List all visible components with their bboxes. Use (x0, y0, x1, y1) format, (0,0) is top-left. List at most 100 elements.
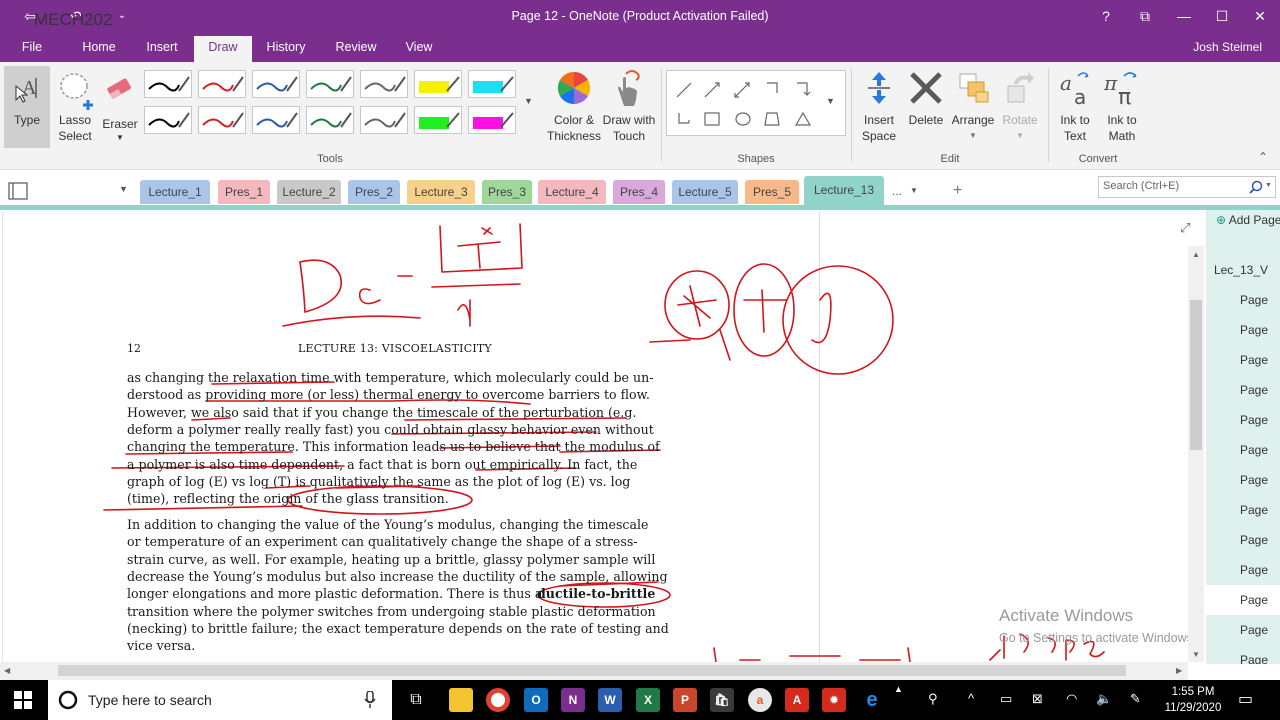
pen-swatch[interactable] (360, 70, 408, 98)
page-item[interactable]: Page (1206, 615, 1280, 645)
page-item[interactable]: Page (1206, 435, 1280, 465)
add-page-button[interactable]: ⊕ Add Page (1206, 210, 1280, 230)
scroll-left-icon[interactable]: ◀ (4, 666, 10, 675)
scroll-down-icon[interactable]: ▼ (1192, 650, 1200, 659)
pen-swatch[interactable] (468, 70, 516, 98)
action-center-icon[interactable]: ▭ (1238, 689, 1253, 709)
section-tab[interactable]: Lecture_3 (407, 180, 475, 204)
more-sections-button[interactable]: ... (892, 184, 902, 198)
pen-swatch[interactable] (414, 70, 462, 98)
page-item[interactable]: Page (1206, 525, 1280, 555)
pen-gallery-more-icon[interactable]: ▼ (524, 96, 533, 106)
taskbar-search-box[interactable]: Type here to search (48, 680, 392, 720)
scroll-right-icon[interactable]: ▶ (1176, 666, 1182, 675)
search-input[interactable]: Search (Ctrl+E) ▼ (1098, 176, 1276, 198)
page-item[interactable]: Page (1206, 645, 1280, 664)
page-item[interactable]: Page (1206, 495, 1280, 525)
task-view-icon[interactable]: ⧉ (404, 688, 428, 712)
pen-swatch[interactable] (198, 106, 246, 134)
ink-to-math-button[interactable]: π π Ink to Math (1098, 66, 1146, 148)
section-tab[interactable]: Lecture_5 (672, 180, 738, 204)
scroll-up-icon[interactable]: ▲ (1192, 250, 1200, 259)
page-item[interactable]: Page (1206, 345, 1280, 375)
page-item[interactable]: Page (1206, 465, 1280, 495)
eraser-button[interactable]: Eraser ▼ (98, 66, 142, 148)
page-item[interactable]: Page (1206, 375, 1280, 405)
more-sections-dropdown-icon[interactable]: ▼ (910, 186, 918, 195)
horizontal-scroll-thumb[interactable] (58, 665, 1126, 676)
type-button[interactable]: A Type (4, 66, 50, 148)
arrange-dropdown-icon[interactable]: ▼ (950, 128, 996, 144)
file-explorer-icon[interactable] (449, 688, 473, 712)
minimize-button[interactable]: — (1170, 4, 1198, 28)
page-item-title[interactable]: Lec_13_V (1206, 255, 1280, 285)
section-tab[interactable]: Pres_1 (218, 180, 270, 204)
excel-icon[interactable]: X (636, 688, 660, 712)
section-tab[interactable]: Lecture_2 (277, 180, 341, 204)
pen-swatch[interactable] (144, 106, 192, 134)
pen-swatch[interactable] (252, 70, 300, 98)
app-a-icon[interactable]: a (748, 688, 772, 712)
pen-swatch[interactable] (306, 70, 354, 98)
store-icon[interactable]: 🛍 (710, 688, 734, 712)
help-icon[interactable]: ? (1092, 4, 1120, 28)
word-icon[interactable]: W (598, 688, 622, 712)
pen-swatch[interactable] (468, 106, 516, 134)
section-tab[interactable]: Lecture_13 (804, 176, 884, 206)
search-scope-dropdown-icon[interactable]: ▼ (1265, 182, 1272, 189)
notebook-dropdown-icon[interactable]: ▼ (119, 184, 128, 194)
expand-icon[interactable]: ⤢ (1180, 220, 1190, 236)
notebook-name[interactable]: MECH202 (34, 10, 112, 30)
lasso-select-button[interactable]: Lasso Select (52, 66, 98, 148)
ribbon-display-icon[interactable]: ⧉ (1131, 4, 1159, 28)
battery-icon[interactable]: ▭ (1000, 691, 1012, 707)
eraser-dropdown-icon[interactable]: ▼ (98, 130, 142, 146)
page-item[interactable]: Page (1206, 555, 1280, 585)
arrange-button[interactable]: Arrange ▼ (950, 66, 996, 148)
people-icon[interactable]: ⚲ (928, 691, 938, 707)
collapse-ribbon-icon[interactable]: ⌃ (1258, 150, 1268, 164)
page-item[interactable]: Page (1206, 585, 1280, 615)
volume-icon[interactable]: 🔈 (1096, 691, 1112, 707)
tab-draw[interactable]: Draw (194, 36, 252, 62)
insert-space-button[interactable]: Insert Space (856, 66, 902, 148)
rotate-dropdown-icon[interactable]: ▼ (996, 128, 1044, 144)
ink-to-text-button[interactable]: a a Ink to Text (1052, 66, 1098, 148)
close-button[interactable]: ✕ (1246, 4, 1274, 28)
edge-icon[interactable]: e (860, 688, 884, 712)
tab-history[interactable]: History (260, 36, 312, 62)
page-item[interactable]: Page (1206, 285, 1280, 315)
onenote-icon[interactable]: N (561, 688, 585, 712)
outlook-icon[interactable]: O (524, 688, 548, 712)
draw-with-touch-button[interactable]: Draw with Touch (600, 66, 658, 148)
add-section-button[interactable]: + (953, 182, 962, 200)
shapes-more-icon[interactable]: ▼ (826, 96, 835, 106)
microphone-icon[interactable] (364, 691, 376, 709)
pen-workspace-icon[interactable]: ✎ (1130, 691, 1141, 707)
rotate-button[interactable]: Rotate ▼ (996, 66, 1044, 148)
settings-app-icon[interactable]: ✹ (822, 688, 846, 712)
notebook-icon[interactable] (8, 182, 30, 200)
chrome-icon[interactable] (486, 688, 510, 712)
page-item[interactable]: Page (1206, 315, 1280, 345)
section-tab[interactable]: Lecture_1 (140, 180, 210, 204)
security-icon[interactable]: ⊠ (1032, 691, 1043, 707)
windows-start-icon[interactable] (14, 691, 32, 709)
taskbar-clock[interactable]: 1:55 PM 11/29/2020 (1160, 684, 1226, 716)
search-icon[interactable] (1249, 180, 1263, 194)
pen-swatch[interactable] (306, 106, 354, 134)
vertical-scroll-thumb[interactable] (1190, 300, 1202, 450)
show-hidden-icons[interactable]: ^ (968, 691, 974, 706)
tray-scroll-icon[interactable]: ▲ (894, 684, 903, 694)
pen-swatch[interactable] (252, 106, 300, 134)
delete-button[interactable]: Delete (902, 66, 950, 148)
powerpoint-icon[interactable]: P (673, 688, 697, 712)
acrobat-icon[interactable]: A (785, 688, 809, 712)
user-name[interactable]: Josh Steimel (1193, 40, 1262, 54)
section-tab[interactable]: Pres_5 (745, 180, 799, 204)
pen-swatch[interactable] (360, 106, 408, 134)
section-tab[interactable]: Pres_3 (482, 180, 532, 204)
tab-home[interactable]: Home (74, 36, 124, 62)
section-tab[interactable]: Pres_2 (348, 180, 400, 204)
page-item[interactable]: Page (1206, 405, 1280, 435)
